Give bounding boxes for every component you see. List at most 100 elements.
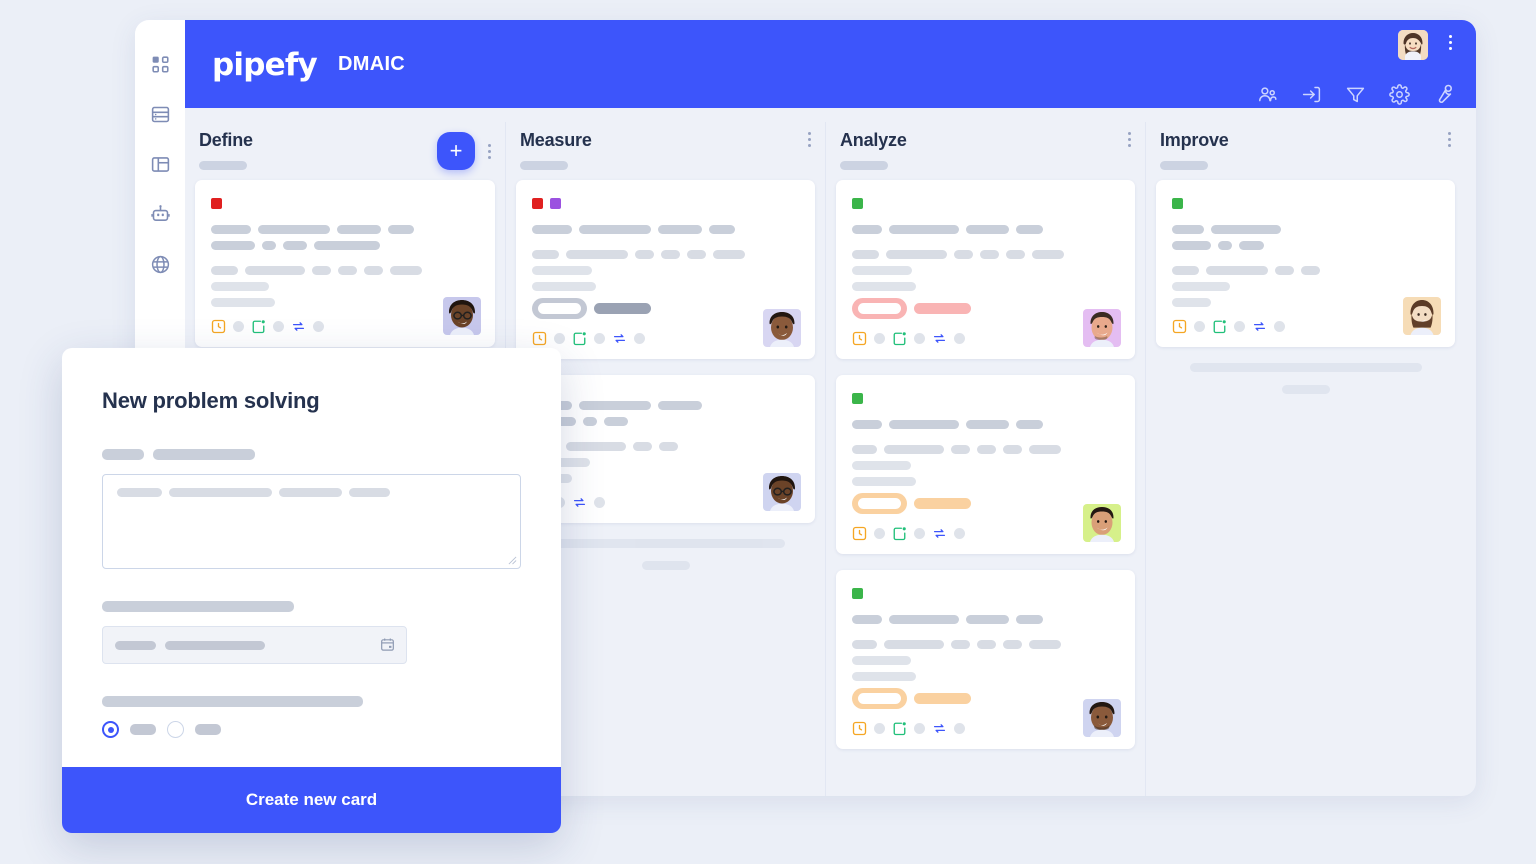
sidebar-item-dashboard-grid[interactable] [148,52,172,76]
clock-square-icon[interactable] [211,319,226,334]
connection-icon[interactable] [572,495,587,510]
card-assignee-avatar[interactable] [763,309,801,347]
clock-square-icon[interactable] [1172,319,1187,334]
checklist-square-icon[interactable] [892,721,907,736]
clock-square-icon[interactable] [532,331,547,346]
card-badge-line [914,693,971,704]
card-badge [532,298,587,319]
header-user-avatar[interactable] [1398,30,1428,60]
column-menu-button[interactable] [808,132,811,147]
clock-square-icon[interactable] [852,331,867,346]
column-title: Define [199,130,253,150]
column-title: Improve [1160,130,1229,150]
radio-option-1[interactable] [102,721,119,738]
column-menu-button[interactable] [1128,132,1131,147]
card[interactable] [836,180,1135,359]
count-placeholder [914,723,925,734]
count-placeholder [874,528,885,539]
count-placeholder [313,321,324,332]
card[interactable] [195,180,495,347]
date-field-label-skeleton [102,601,521,612]
add-card-label: + [449,138,463,163]
count-placeholder [594,333,605,344]
connection-icon[interactable] [932,721,947,736]
column-menu-button[interactable] [1448,132,1451,147]
filter-icon[interactable] [1345,84,1366,105]
label-chip [550,198,561,209]
card-footer [532,331,799,346]
count-placeholder [554,333,565,344]
checklist-square-icon[interactable] [1212,319,1227,334]
count-placeholder [273,321,284,332]
sidebar-item-database[interactable] [148,102,172,126]
column-menu-button[interactable] [488,143,491,159]
card-footer [1172,319,1439,334]
checklist-square-icon[interactable] [892,331,907,346]
card[interactable] [1156,180,1455,347]
description-textarea[interactable] [102,474,521,569]
card-assignee-avatar[interactable] [1403,297,1441,335]
count-placeholder [1194,321,1205,332]
count-placeholder [1274,321,1285,332]
card-labels [1172,198,1439,209]
connection-icon[interactable] [291,319,306,334]
card[interactable] [516,180,815,359]
card-labels [532,198,799,209]
radio-option-1-label [130,724,156,735]
sidebar-item-automation-bot[interactable] [148,202,172,226]
card-assignee-avatar[interactable] [443,297,481,335]
count-placeholder [954,723,965,734]
clock-square-icon[interactable] [852,721,867,736]
card-assignee-avatar[interactable] [1083,699,1121,737]
header-toolbar [1257,84,1454,105]
checklist-square-icon[interactable] [572,331,587,346]
checklist-square-icon[interactable] [251,319,266,334]
create-new-card-button[interactable]: Create new card [62,767,561,833]
column-subtitle-skeleton [840,161,888,170]
label-chip [1172,198,1183,209]
count-placeholder [233,321,244,332]
automations-wrench-icon[interactable] [1433,84,1454,105]
label-chip [532,198,543,209]
connection-icon[interactable] [1252,319,1267,334]
card-badge [852,298,907,319]
card-assignee-avatar[interactable] [1083,309,1121,347]
connection-icon[interactable] [612,331,627,346]
radio-option-2[interactable] [167,721,184,738]
card-footer [852,721,1119,736]
checklist-square-icon[interactable] [892,526,907,541]
top-header-bar: pipefy DMAIC [185,20,1476,108]
sidebar-item-layout-panel[interactable] [148,152,172,176]
due-date-input[interactable] [102,626,407,664]
column-subtitle-skeleton [520,161,568,170]
members-icon[interactable] [1257,84,1278,105]
column-title: Analyze [840,130,907,150]
column-subtitle-skeleton [1160,161,1208,170]
label-chip [852,393,863,404]
calendar-icon[interactable] [380,637,395,652]
settings-gear-icon[interactable] [1389,84,1410,105]
connection-icon[interactable] [932,331,947,346]
pipefy-logo[interactable]: pipefy [212,47,318,83]
add-card-button[interactable]: + [437,132,475,170]
card-assignee-avatar[interactable] [763,473,801,511]
import-icon[interactable] [1301,84,1322,105]
count-placeholder [874,723,885,734]
card[interactable] [836,375,1135,554]
label-chip [852,588,863,599]
resize-handle-icon[interactable] [508,556,517,565]
card-assignee-avatar[interactable] [1083,504,1121,542]
clock-square-icon[interactable] [852,526,867,541]
card-badge-line [594,303,651,314]
count-placeholder [954,528,965,539]
column-header: Improve [1156,122,1455,180]
new-card-modal: New problem solving Create new card [62,348,561,833]
card[interactable] [836,570,1135,749]
card-labels [852,588,1119,599]
count-placeholder [594,497,605,508]
connection-icon[interactable] [932,526,947,541]
header-more-menu[interactable] [1449,35,1452,50]
column-subtitle-skeleton [199,161,247,170]
card-footer [852,526,1119,541]
sidebar-item-portal-globe[interactable] [148,252,172,276]
